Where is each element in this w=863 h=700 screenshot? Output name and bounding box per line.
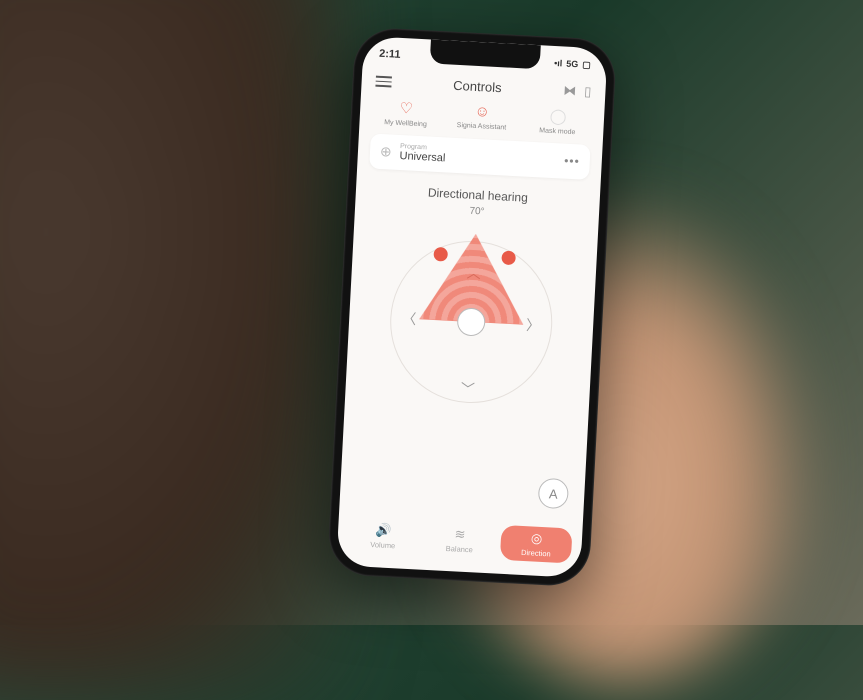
section-title: Directional hearing <box>427 185 528 204</box>
tab-label: Balance <box>445 543 473 553</box>
network-label: 5G <box>566 58 579 69</box>
chevron-up-icon[interactable]: ︿ <box>466 262 481 283</box>
quick-label: Signia Assistant <box>456 121 506 131</box>
volume-icon: 🔊 <box>374 522 391 539</box>
bluetooth-icon[interactable]: ⧓ <box>562 82 576 99</box>
ear-left-icon <box>433 246 448 261</box>
program-name: Universal <box>399 149 445 163</box>
globe-icon: ⊕ <box>379 142 392 160</box>
signal-icon: •ıl <box>553 57 562 67</box>
head-icon <box>456 306 485 335</box>
status-right: •ıl 5G ▢ <box>553 57 590 70</box>
direction-dial[interactable]: ︿ ﹀ 〈 〉 <box>371 221 571 421</box>
heart-icon: ♡ <box>399 98 413 117</box>
ear-right-icon <box>501 249 516 264</box>
battery-status-icon[interactable]: ▯ <box>583 83 591 99</box>
auto-label: A <box>548 485 557 500</box>
tab-label: Direction <box>520 547 550 558</box>
chevron-right-icon[interactable]: 〉 <box>525 314 540 335</box>
notch <box>429 39 540 69</box>
quick-wellbeing[interactable]: ♡ My WellBeing <box>369 96 442 128</box>
quick-mask-mode[interactable]: ◯ Mask mode <box>521 104 594 136</box>
phone-frame: 2:11 •ıl 5G ▢ Controls ⧓ ▯ ♡ My WellBein… <box>326 26 616 587</box>
balance-icon: ≋ <box>454 526 466 543</box>
page-title: Controls <box>452 77 501 95</box>
status-time: 2:11 <box>378 47 400 60</box>
chevron-down-icon[interactable]: ﹀ <box>460 378 475 399</box>
tab-volume[interactable]: 🔊 Volume <box>347 516 419 555</box>
tab-balance[interactable]: ≋ Balance <box>423 520 495 559</box>
auto-button[interactable]: A <box>537 477 569 509</box>
more-icon[interactable]: ••• <box>563 153 579 168</box>
direction-icon: ◎ <box>530 530 542 547</box>
main-panel: Directional hearing 70° ︿ ﹀ 〈 〉 <box>339 177 600 523</box>
assistant-icon: ☺ <box>474 102 490 120</box>
battery-icon: ▢ <box>582 58 591 69</box>
tab-label: Volume <box>370 540 395 550</box>
chevron-left-icon[interactable]: 〈 <box>401 307 416 328</box>
angle-value: 70° <box>469 205 485 217</box>
quick-assistant[interactable]: ☺ Signia Assistant <box>445 100 518 132</box>
quick-label: My WellBeing <box>384 118 427 127</box>
screen: 2:11 •ıl 5G ▢ Controls ⧓ ▯ ♡ My WellBein… <box>336 35 607 577</box>
tab-direction[interactable]: ◎ Direction <box>500 524 572 563</box>
mask-icon: ◯ <box>549 106 567 125</box>
quick-label: Mask mode <box>539 126 576 135</box>
menu-icon[interactable] <box>375 72 392 89</box>
